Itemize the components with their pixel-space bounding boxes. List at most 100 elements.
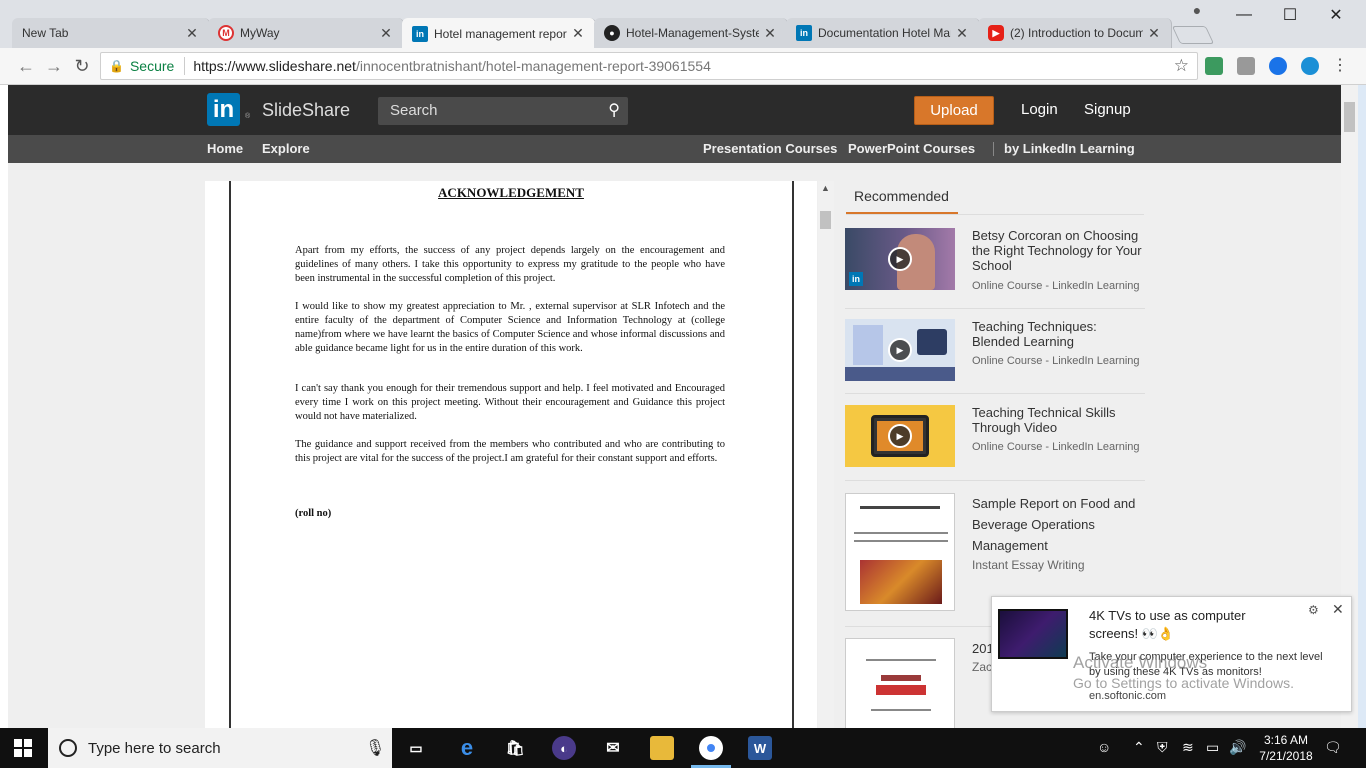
tab-documentation-hotel[interactable]: in Documentation Hotel Management ✕: [786, 18, 980, 48]
task-view-icon[interactable]: ▭: [404, 736, 428, 760]
nav-home[interactable]: Home: [207, 141, 243, 156]
close-icon[interactable]: ✕: [763, 25, 777, 42]
chrome-icon[interactable]: [699, 736, 723, 760]
eclipse-icon[interactable]: ◐: [552, 736, 576, 760]
edge-icon[interactable]: e: [455, 735, 479, 760]
play-icon[interactable]: ▶: [888, 424, 912, 448]
battery-icon[interactable]: ▭: [1206, 739, 1219, 756]
extension-search-icon[interactable]: [1237, 57, 1255, 75]
document-paragraph: I can't say thank you enough for their t…: [295, 383, 725, 422]
list-item[interactable]: ▶ Teaching Techniques: Blended Learning …: [845, 319, 1145, 394]
document-viewer[interactable]: ACKNOWLEDGEMENT Apart from my efforts, t…: [205, 181, 817, 728]
file-explorer-icon[interactable]: [650, 736, 674, 760]
lock-icon: 🔒: [109, 59, 124, 73]
document-title: ACKNOWLEDGEMENT: [438, 185, 584, 200]
microphone-icon[interactable]: 🎙: [365, 738, 385, 758]
extension-magnifier-icon[interactable]: [1301, 57, 1319, 75]
course-title[interactable]: Betsy Corcoran on Choosing the Right Tec…: [972, 228, 1144, 273]
taskbar-clock[interactable]: 3:16 AM 7/21/2018: [1256, 732, 1316, 764]
close-icon[interactable]: ✕: [1147, 25, 1161, 42]
scrollbar-thumb[interactable]: [820, 211, 831, 229]
url-path: /innocentbratnishant/hotel-management-re…: [355, 58, 711, 74]
tab-youtube[interactable]: ▶ (2) Introduction to Documentation ✕: [978, 18, 1172, 48]
word-icon[interactable]: W: [748, 736, 772, 760]
course-subtitle: Online Course - LinkedIn Learning: [972, 441, 1140, 453]
reload-icon[interactable]: ↻: [70, 54, 94, 78]
profile-icon[interactable]: ●: [1188, 2, 1206, 20]
close-icon[interactable]: ✕: [185, 25, 199, 42]
bookmark-star-icon[interactable]: ☆: [1174, 56, 1189, 76]
play-icon[interactable]: ▶: [888, 338, 912, 362]
document-thumbnail: [845, 638, 955, 728]
nav-explore[interactable]: Explore: [262, 141, 310, 156]
tab-new-tab[interactable]: New Tab ✕: [12, 18, 210, 48]
tab-myway[interactable]: M MyWay ✕: [208, 18, 404, 48]
maximize-button[interactable]: ☐: [1267, 0, 1313, 30]
tab-hotel-management-report[interactable]: in Hotel management report ✕: [402, 18, 596, 49]
extension-shield-icon[interactable]: [1269, 57, 1287, 75]
toast-title: 4K TVs to use as computer screens! 👀👌: [1089, 608, 1246, 641]
search-icon[interactable]: ⚲: [608, 97, 620, 125]
close-icon[interactable]: ✕: [1332, 601, 1344, 618]
youtube-icon: ▶: [988, 25, 1004, 41]
volume-icon[interactable]: 🔊: [1229, 739, 1246, 756]
brand-name[interactable]: SlideShare: [262, 100, 350, 121]
screen: New Tab ✕ M MyWay ✕ in Hotel management …: [0, 0, 1366, 768]
notification-center-icon[interactable]: 🗨: [1324, 739, 1342, 756]
course-title[interactable]: Teaching Technical Skills Through Video: [972, 405, 1144, 435]
nav-powerpoint-courses[interactable]: PowerPoint Courses: [848, 141, 975, 156]
tab-recommended[interactable]: Recommended: [846, 183, 958, 215]
list-item[interactable]: in ▶ Betsy Corcoran on Choosing the Righ…: [845, 228, 1145, 309]
menu-kebab-icon[interactable]: ⋮: [1328, 54, 1352, 78]
address-bar[interactable]: 🔒 Secure https://www.slideshare.net/inno…: [100, 52, 1198, 80]
slideshare-header: in ® SlideShare Search ⚲ Upload Login Si…: [8, 85, 1341, 135]
mail-icon[interactable]: ✉: [601, 736, 625, 760]
extension-sheets-icon[interactable]: [1205, 57, 1223, 75]
upload-button[interactable]: Upload: [914, 96, 994, 125]
gear-icon[interactable]: ⚙: [1308, 603, 1319, 617]
back-arrow-icon[interactable]: ←: [14, 54, 38, 78]
scrollbar-thumb[interactable]: [1344, 102, 1355, 132]
document-title-link[interactable]: Sample Report on Food and Beverage Opera…: [972, 493, 1144, 556]
linkedin-logo-icon[interactable]: in: [207, 93, 240, 126]
nav-presentation-courses[interactable]: Presentation Courses: [703, 141, 837, 156]
document-thumbnail: [845, 493, 955, 611]
signup-link[interactable]: Signup: [1084, 101, 1131, 118]
myway-icon: M: [218, 25, 234, 41]
store-icon[interactable]: 🛍: [503, 736, 527, 760]
close-icon[interactable]: ✕: [955, 25, 969, 42]
window-close-button[interactable]: ✕: [1313, 0, 1359, 30]
close-icon[interactable]: ✕: [571, 25, 585, 42]
document-paragraph: The guidance and support received from t…: [295, 439, 725, 464]
tab-github[interactable]: ● Hotel-Management-System ✕: [594, 18, 788, 48]
windows-start-icon[interactable]: [14, 739, 32, 757]
document-paragraph: I would like to show my greatest appreci…: [295, 301, 725, 354]
course-title[interactable]: Teaching Techniques: Blended Learning: [972, 319, 1144, 349]
people-icon[interactable]: ☺: [1097, 739, 1111, 755]
play-icon[interactable]: ▶: [888, 247, 912, 271]
github-icon: ●: [604, 25, 620, 41]
browser-toolbar: ← → ↻ 🔒 Secure https://www.slideshare.ne…: [0, 48, 1366, 85]
url-host: https://www.slideshare.net: [193, 58, 356, 74]
list-item[interactable]: ▶ Teaching Technical Skills Through Vide…: [845, 405, 1145, 481]
close-icon[interactable]: ✕: [379, 25, 393, 42]
chevron-up-icon[interactable]: ⌃: [1133, 739, 1145, 756]
search-input[interactable]: Search ⚲: [378, 97, 628, 125]
network-shield-icon[interactable]: ⛨: [1157, 739, 1168, 756]
windows-taskbar: Type here to search 🎙 ▭ e 🛍 ◐ ✉ W ☺ ⌃ ⛨ …: [0, 728, 1366, 768]
scroll-up-arrow-icon[interactable]: ▲: [821, 183, 830, 193]
course-subtitle: Online Course - LinkedIn Learning: [972, 355, 1140, 367]
search-placeholder: Search: [390, 102, 438, 119]
clock-time: 3:16 AM: [1263, 733, 1309, 747]
watermark-title: Activate Windows: [1073, 653, 1208, 672]
login-link[interactable]: Login: [1021, 101, 1058, 118]
taskbar-search-input[interactable]: Type here to search 🎙: [48, 728, 392, 768]
document-scrollbar[interactable]: ▲: [818, 181, 834, 728]
wifi-icon[interactable]: ≋: [1182, 739, 1194, 756]
document-signature: (roll no): [295, 508, 332, 519]
nav-linkedin-learning[interactable]: by LinkedIn Learning: [1004, 141, 1135, 156]
minimize-button[interactable]: —: [1221, 0, 1267, 30]
linkedin-icon: in: [796, 25, 812, 41]
new-tab-button[interactable]: [1171, 26, 1215, 44]
forward-arrow-icon[interactable]: →: [42, 54, 66, 78]
